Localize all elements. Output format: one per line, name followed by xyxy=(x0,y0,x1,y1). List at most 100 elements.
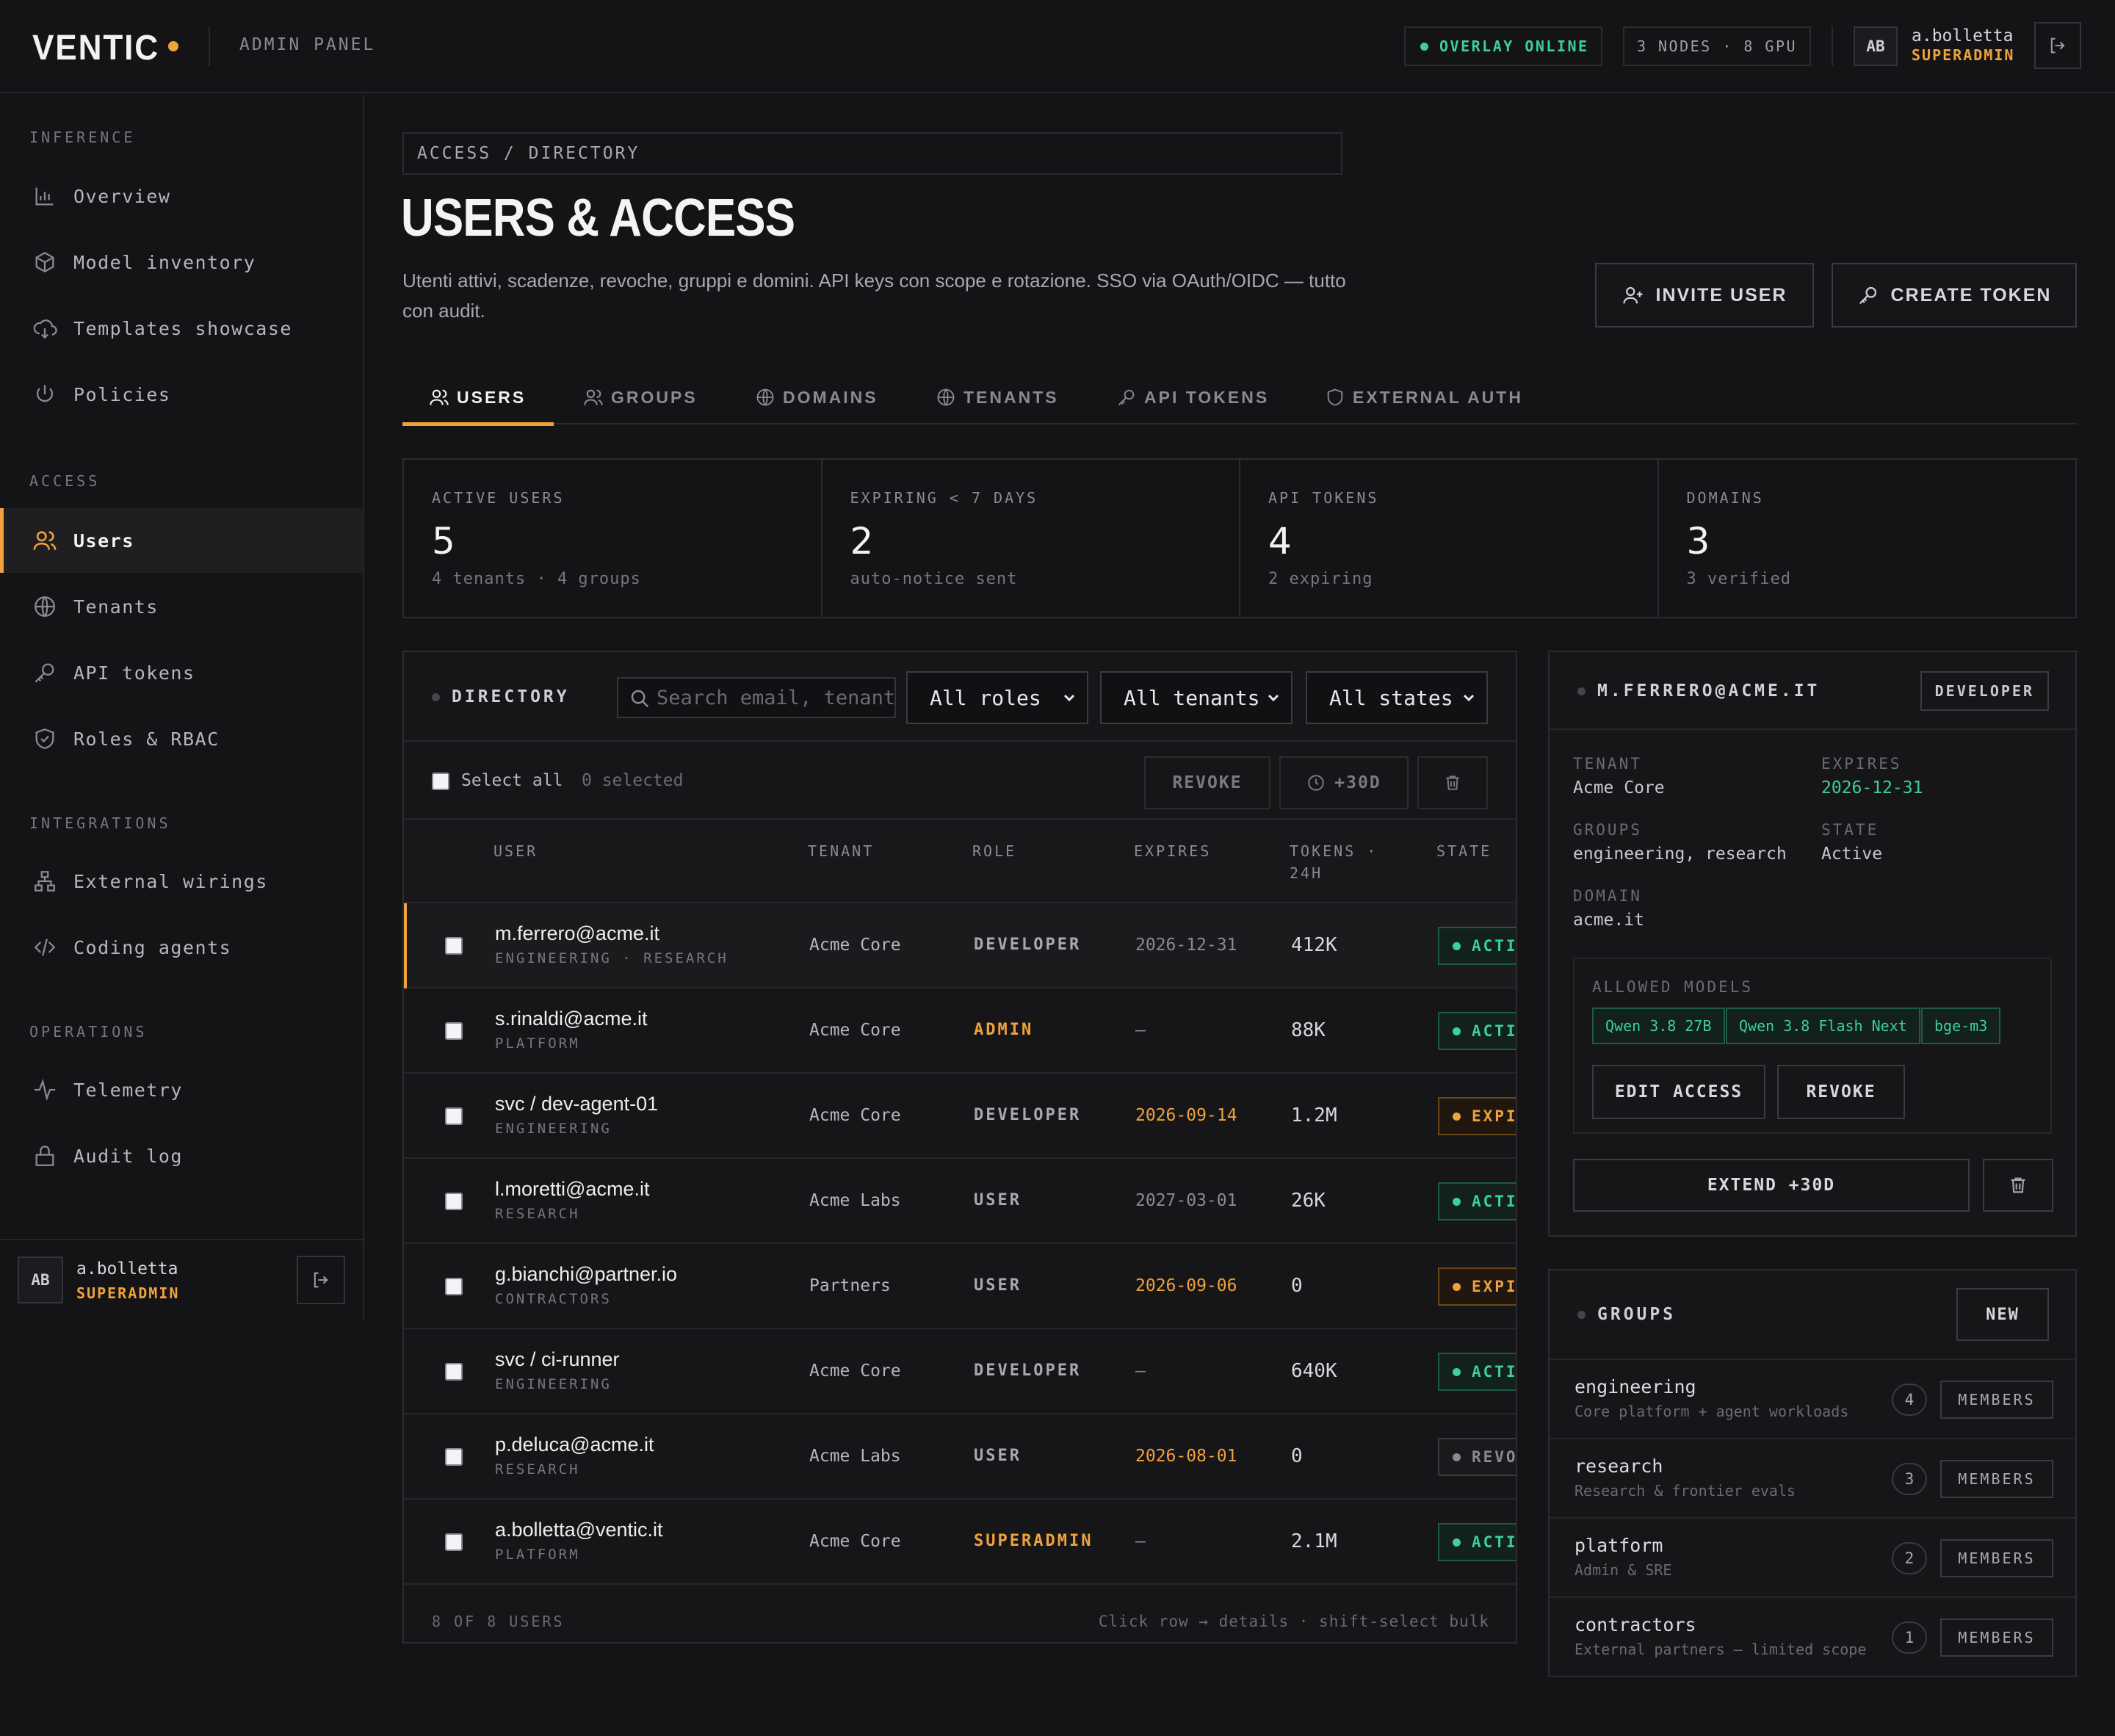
directory-panel: DIRECTORY Search email, tenant All roles… xyxy=(402,651,1517,1643)
user-groups: ENGINEERING xyxy=(495,1121,612,1137)
stat-card-domains: DOMAINS 3 3 verified xyxy=(1659,460,2076,617)
groups-value: engineering, research xyxy=(1573,845,1787,864)
select-value: All tenants xyxy=(1124,685,1260,710)
list-item[interactable]: platform Admin & SRE 2 MEMBERS xyxy=(1550,1517,2075,1596)
groups-panel: GROUPS NEW engineering Core platform + a… xyxy=(1548,1269,2077,1677)
row-checkbox[interactable] xyxy=(445,937,463,955)
sidebar-item-users[interactable]: Users xyxy=(0,508,363,573)
avatar[interactable]: AB xyxy=(1854,26,1898,66)
logout-icon xyxy=(314,1272,328,1288)
members-button[interactable]: MEMBERS xyxy=(1940,1460,2053,1498)
sidebar-item-overview[interactable]: Overview xyxy=(0,164,363,228)
column-header-user[interactable]: USER xyxy=(494,840,538,862)
select-all-checkbox[interactable] xyxy=(432,773,449,790)
tab-api-tokens[interactable]: API TOKENS xyxy=(1116,370,1269,424)
member-count: 2 xyxy=(1892,1542,1927,1574)
search-icon xyxy=(631,690,649,708)
avatar[interactable]: AB xyxy=(18,1256,63,1303)
sidebar-item-tenants[interactable]: Tenants xyxy=(0,574,363,639)
tab-users[interactable]: USERS xyxy=(402,370,554,426)
sidebar-item-roles-rbac[interactable]: Roles & RBAC xyxy=(0,706,363,771)
sidebar-item-label: Overview xyxy=(73,185,171,207)
sidebar-item-policies[interactable]: Policies xyxy=(0,362,363,427)
user-name: a.bolletta xyxy=(76,1259,178,1279)
search-input[interactable]: Search email, tenant xyxy=(617,677,896,718)
column-header-expires[interactable]: EXPIRES xyxy=(1134,840,1211,862)
clock-icon xyxy=(1308,775,1325,791)
members-button[interactable]: MEMBERS xyxy=(1940,1381,2053,1419)
user-groups: PLATFORM xyxy=(495,1547,580,1563)
row-checkbox[interactable] xyxy=(445,1022,463,1040)
row-checkbox[interactable] xyxy=(445,1278,463,1295)
tab-tenants[interactable]: TENANTS xyxy=(936,370,1059,424)
tenants-filter-select[interactable]: All tenants xyxy=(1100,671,1292,724)
revoke-button[interactable]: REVOKE xyxy=(1777,1065,1905,1119)
selected-count: 0 selected xyxy=(582,771,684,790)
allowed-models-box: ALLOWED MODELS Qwen 3.8 27B Qwen 3.8 Fla… xyxy=(1573,958,2052,1134)
sidebar-item-templates-showcase[interactable]: Templates showcase xyxy=(0,296,363,361)
logout-button[interactable] xyxy=(2034,22,2081,69)
column-header-role[interactable]: ROLE xyxy=(972,840,1016,862)
user-email: m.ferrero@acme.it xyxy=(495,922,659,944)
delete-user-button[interactable] xyxy=(1983,1159,2053,1212)
new-group-button[interactable]: NEW xyxy=(1956,1288,2049,1341)
list-item[interactable]: contractors External partners — limited … xyxy=(1550,1596,2075,1676)
invite-user-button[interactable]: INVITE USER xyxy=(1595,263,1814,328)
sidebar-item-audit-log[interactable]: Audit log xyxy=(0,1124,363,1188)
user-tenant: Acme Core xyxy=(809,936,901,955)
sidebar-item-label: External wirings xyxy=(73,870,268,892)
column-header-tenant[interactable]: TENANT xyxy=(808,840,874,862)
row-checkbox[interactable] xyxy=(445,1363,463,1381)
edit-access-button[interactable]: EDIT ACCESS xyxy=(1592,1065,1765,1119)
member-count: 3 xyxy=(1892,1463,1927,1495)
column-header-line: 24H xyxy=(1290,864,1323,882)
table-row[interactable]: g.bianchi@partner.io CONTRACTORS Partner… xyxy=(404,1244,1516,1329)
user-expires: 2026-12-31 xyxy=(1135,936,1237,955)
extend-button[interactable]: EXTEND +30D xyxy=(1573,1159,1970,1212)
create-token-button[interactable]: CREATE TOKEN xyxy=(1832,263,2077,328)
sidebar-item-telemetry[interactable]: Telemetry xyxy=(0,1057,363,1122)
stat-card-expiring: EXPIRING < 7 DAYS 2 auto-notice sent xyxy=(822,460,1240,617)
sidebar-item-api-tokens[interactable]: API tokens xyxy=(0,640,363,705)
sidebar-item-coding-agents[interactable]: Coding agents xyxy=(0,915,363,980)
table-row[interactable]: svc / dev-agent-01 ENGINEERING Acme Core… xyxy=(404,1074,1516,1159)
stat-label: API TOKENS xyxy=(1268,489,1379,507)
directory-title: DIRECTORY xyxy=(432,652,570,742)
row-checkbox[interactable] xyxy=(445,1533,463,1551)
roles-filter-select[interactable]: All roles xyxy=(906,671,1088,724)
table-row[interactable]: a.bolletta@ventic.it PLATFORM Acme Core … xyxy=(404,1500,1516,1585)
list-item[interactable]: engineering Core platform + agent worklo… xyxy=(1550,1359,2075,1438)
bulk-extend-button[interactable]: +30D xyxy=(1279,756,1409,809)
row-checkbox[interactable] xyxy=(445,1193,463,1210)
table-row[interactable]: p.deluca@acme.it RESEARCH Acme Labs USER… xyxy=(404,1414,1516,1500)
column-header-tokens[interactable]: TOKENS · 24H xyxy=(1290,840,1378,884)
user-expires: 2026-09-06 xyxy=(1135,1276,1237,1295)
cube-icon xyxy=(35,251,54,273)
power-icon xyxy=(36,385,54,402)
member-count: 4 xyxy=(1892,1384,1927,1416)
members-button[interactable]: MEMBERS xyxy=(1940,1539,2053,1577)
bulk-revoke-button[interactable]: REVOKE xyxy=(1144,756,1270,809)
tab-groups[interactable]: GROUPS xyxy=(583,370,698,424)
table-row[interactable]: l.moretti@acme.it RESEARCH Acme Labs USE… xyxy=(404,1159,1516,1244)
select-value: All states xyxy=(1329,685,1453,710)
stat-card-active-users: ACTIVE USERS 5 4 tenants · 4 groups xyxy=(404,460,822,617)
chevron-down-icon xyxy=(1063,694,1075,702)
row-checkbox[interactable] xyxy=(445,1448,463,1466)
table-row[interactable]: svc / ci-runner ENGINEERING Acme Core DE… xyxy=(404,1329,1516,1414)
user-role: DEVELOPER xyxy=(974,1106,1082,1124)
list-item[interactable]: research Research & frontier evals 3 MEM… xyxy=(1550,1438,2075,1517)
logo[interactable]: VENTIC xyxy=(32,28,159,68)
tab-domains[interactable]: DOMAINS xyxy=(755,370,878,424)
members-button[interactable]: MEMBERS xyxy=(1940,1619,2053,1657)
states-filter-select[interactable]: All states xyxy=(1306,671,1488,724)
sidebar-item-model-inventory[interactable]: Model inventory xyxy=(0,230,363,294)
table-row[interactable]: m.ferrero@acme.it ENGINEERING · RESEARCH… xyxy=(404,903,1516,988)
tab-external-auth[interactable]: EXTERNAL AUTH xyxy=(1325,370,1523,424)
sidebar-item-external-wirings[interactable]: External wirings xyxy=(0,849,363,914)
logout-button[interactable] xyxy=(297,1256,345,1304)
row-checkbox[interactable] xyxy=(445,1107,463,1125)
bulk-delete-button[interactable] xyxy=(1417,756,1488,809)
column-header-state[interactable]: STATE xyxy=(1436,840,1492,862)
table-row[interactable]: s.rinaldi@acme.it PLATFORM Acme Core ADM… xyxy=(404,988,1516,1074)
